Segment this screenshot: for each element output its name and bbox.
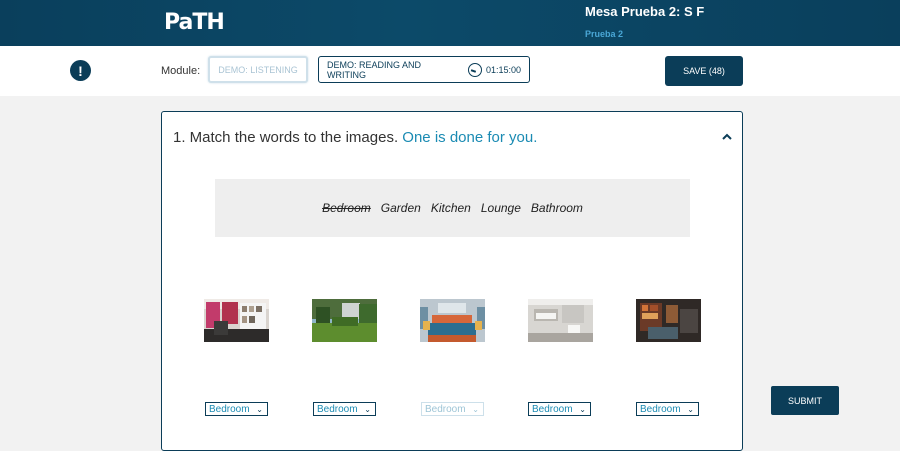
module-reading-writing-button[interactable]: DEMO: READING AND WRITING 01:15:00 xyxy=(318,56,530,83)
chevron-down-icon: ⌄ xyxy=(579,405,586,414)
test-subtitle: Prueba 2 xyxy=(585,29,624,39)
question-title: 1. Match the words to the images. One is… xyxy=(173,129,537,146)
word-garden: Garden xyxy=(380,201,421,215)
kitchen-photo xyxy=(204,299,269,342)
path-logo: PaTH xyxy=(164,10,225,35)
question-text: 1. Match the words to the images. xyxy=(173,129,399,146)
image-2-select[interactable]: Bedroom ⌄ xyxy=(313,402,376,416)
lounge-photo xyxy=(636,299,701,342)
module-toolbar: ! Module: DEMO: LISTENING DEMO: READING … xyxy=(0,46,900,96)
chevron-down-icon: ⌄ xyxy=(472,405,479,414)
clock-icon xyxy=(468,62,482,77)
chevron-down-icon: ⌄ xyxy=(687,405,694,414)
module-listening-button[interactable]: DEMO: LISTENING xyxy=(208,56,308,83)
chevron-down-icon: ⌄ xyxy=(256,405,263,414)
bathroom-photo xyxy=(528,299,593,342)
chevron-down-icon: ⌄ xyxy=(364,405,371,414)
image-5-select-value: Bedroom xyxy=(640,403,681,415)
question-hint: One is done for you. xyxy=(402,129,538,146)
word-bathroom: Bathroom xyxy=(530,201,583,215)
image-1-select-value: Bedroom xyxy=(209,403,250,415)
word-bank: Bedroom Garden Kitchen Lounge Bathroom xyxy=(215,179,690,237)
image-1-select[interactable]: Bedroom ⌄ xyxy=(205,402,268,416)
word-kitchen: Kitchen xyxy=(430,201,471,215)
garden-photo xyxy=(312,299,377,342)
image-3-select-value: Bedroom xyxy=(425,403,466,415)
bedroom-photo xyxy=(420,299,485,342)
module-timer: 01:15:00 xyxy=(485,64,521,75)
image-4-select-value: Bedroom xyxy=(532,403,573,415)
save-button[interactable]: SAVE (48) xyxy=(665,56,743,86)
exclamation-icon[interactable]: ! xyxy=(70,60,91,81)
word-lounge: Lounge xyxy=(480,201,521,215)
candidate-name: Mesa Prueba 2: S F xyxy=(585,4,705,19)
question-panel: 1. Match the words to the images. One is… xyxy=(161,111,743,451)
top-header: PaTH Mesa Prueba 2: S F Prueba 2 xyxy=(0,0,900,46)
word-bedroom: Bedroom xyxy=(322,201,371,215)
module-label: Module: xyxy=(161,65,201,77)
image-5-select[interactable]: Bedroom ⌄ xyxy=(636,402,699,416)
module-reading-label: DEMO: READING AND WRITING xyxy=(327,59,422,80)
image-3-select: Bedroom ⌄ xyxy=(421,402,484,416)
chevron-up-icon[interactable] xyxy=(720,130,734,144)
image-4-select[interactable]: Bedroom ⌄ xyxy=(528,402,591,416)
image-2-select-value: Bedroom xyxy=(317,403,358,415)
submit-button[interactable]: SUBMIT xyxy=(771,386,839,415)
